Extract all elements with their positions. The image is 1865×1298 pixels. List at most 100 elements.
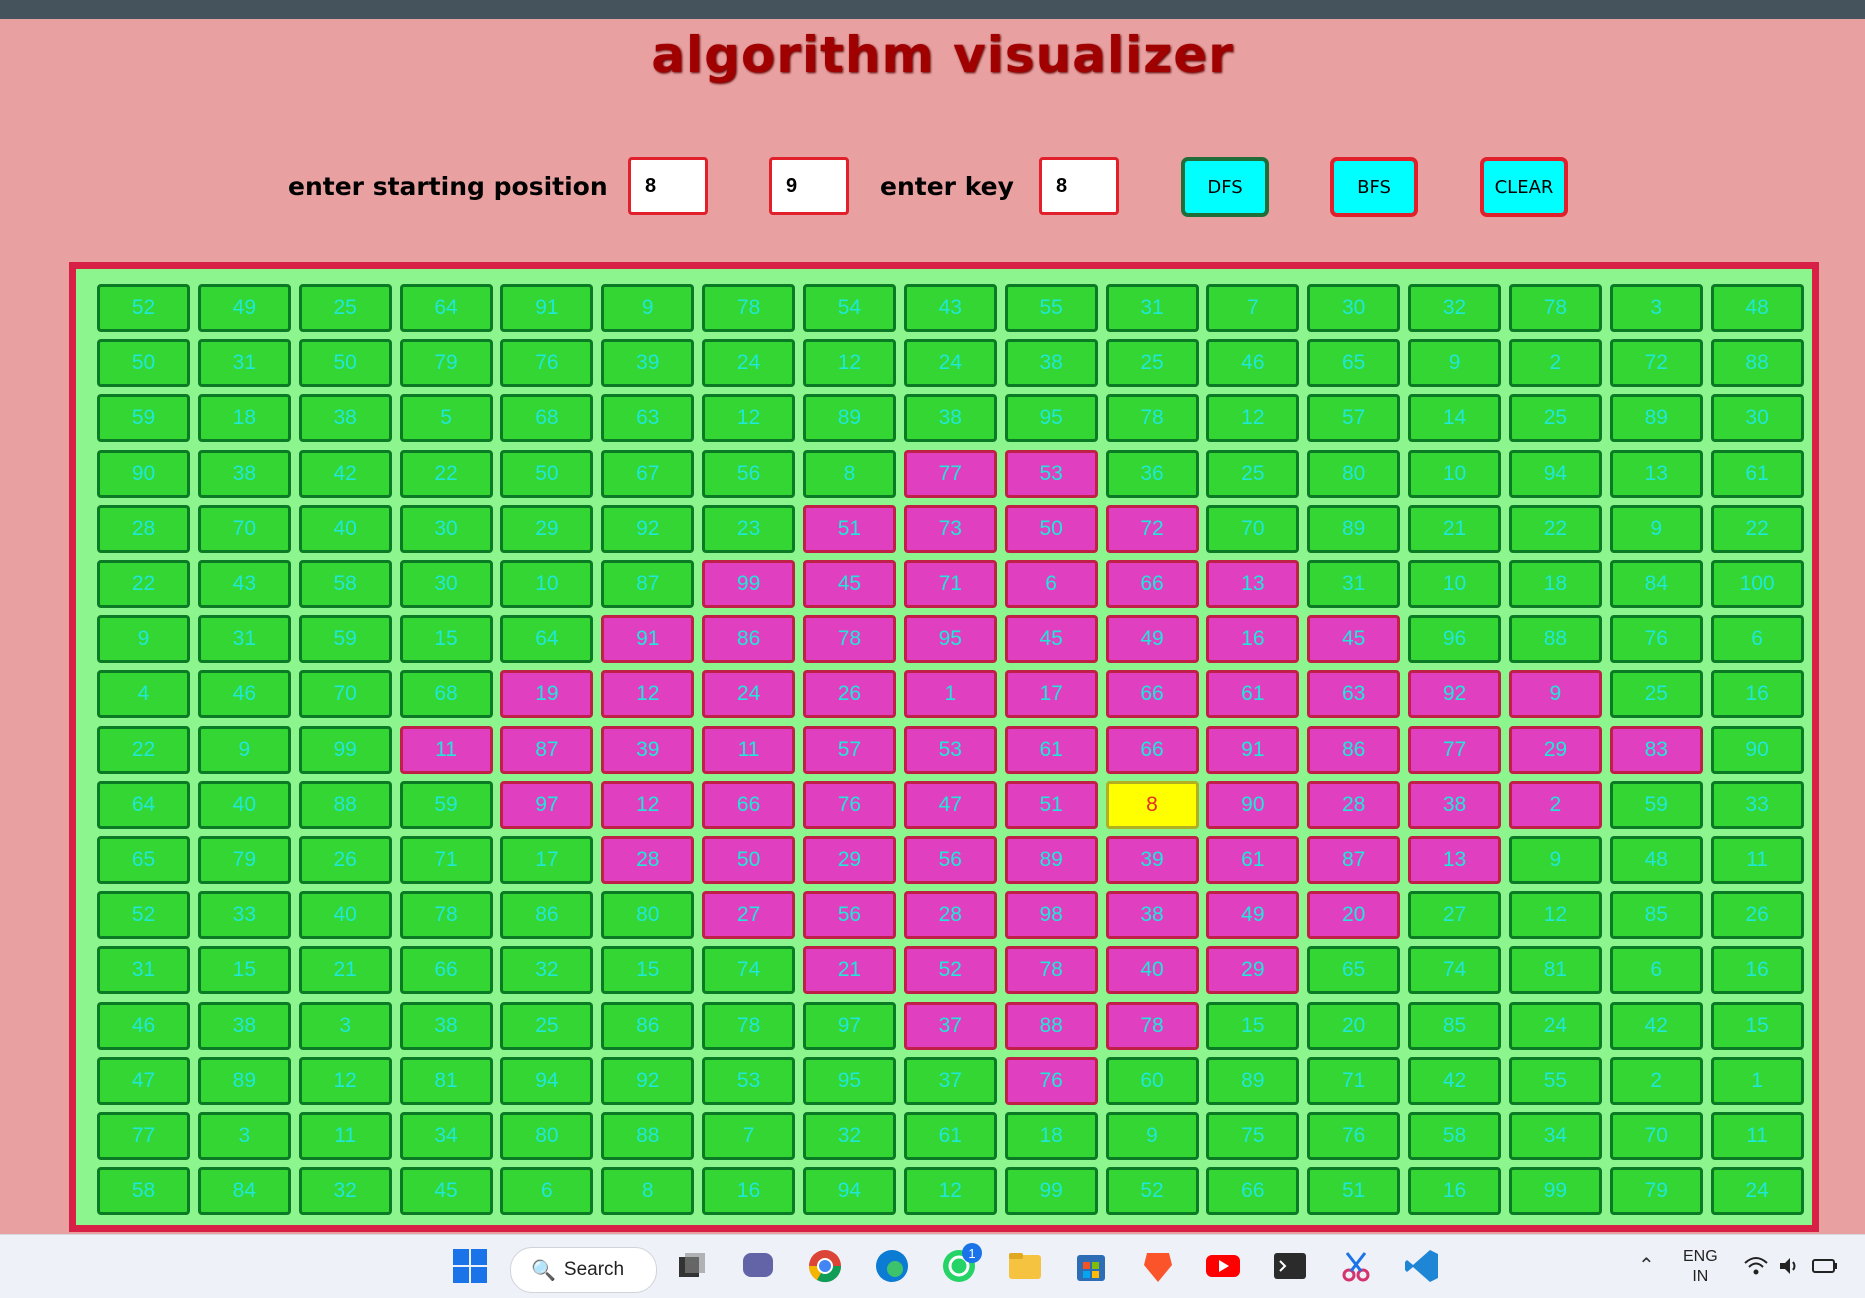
grid-cell[interactable]: 15 — [1710, 1001, 1804, 1050]
grid-cell[interactable]: 87 — [601, 560, 695, 608]
grid-cell[interactable]: 11 — [399, 725, 493, 774]
grid-cell[interactable]: 38 — [197, 1001, 291, 1050]
grid-cell[interactable]: 10 — [500, 560, 594, 608]
grid-cell[interactable]: 59 — [399, 780, 493, 829]
grid-cell[interactable]: 54 — [802, 284, 896, 332]
grid-cell[interactable]: 76 — [1307, 1112, 1401, 1160]
grid-cell[interactable]: 15 — [399, 615, 493, 664]
wifi-icon[interactable] — [1743, 1255, 1769, 1277]
grid-cell[interactable]: 6 — [500, 1167, 594, 1216]
grid-cell[interactable]: 7 — [702, 1112, 796, 1160]
grid-cell[interactable]: 67 — [601, 449, 695, 498]
grid-cell[interactable]: 91 — [601, 615, 695, 664]
grid-cell[interactable]: 42 — [298, 449, 392, 498]
grid-cell[interactable]: 32 — [1408, 284, 1502, 332]
grid-cell[interactable]: 79 — [197, 836, 291, 884]
grid-cell[interactable]: 8 — [1105, 780, 1199, 829]
start-row-input[interactable] — [628, 157, 708, 215]
grid-cell[interactable]: 47 — [97, 1056, 190, 1105]
grid-cell[interactable]: 81 — [399, 1056, 493, 1105]
grid-cell[interactable]: 56 — [802, 891, 896, 940]
grid-cell[interactable]: 39 — [1105, 836, 1199, 884]
grid-cell[interactable]: 21 — [1408, 504, 1502, 553]
grid-cell[interactable]: 63 — [1307, 670, 1401, 719]
grid-cell[interactable]: 34 — [1508, 1112, 1602, 1160]
grid-cell[interactable]: 10 — [1408, 560, 1502, 608]
grid-cell[interactable]: 76 — [1004, 1056, 1098, 1105]
grid-cell[interactable]: 78 — [802, 615, 896, 664]
grid-cell[interactable]: 17 — [1004, 670, 1098, 719]
grid-cell[interactable]: 25 — [298, 284, 392, 332]
terminal-icon[interactable] — [1271, 1247, 1309, 1285]
grid-cell[interactable]: 23 — [702, 504, 796, 553]
grid-cell[interactable]: 30 — [1307, 284, 1401, 332]
grid-cell[interactable]: 61 — [903, 1112, 997, 1160]
grid-cell[interactable]: 83 — [1609, 725, 1703, 774]
grid-cell[interactable]: 14 — [1408, 394, 1502, 443]
chrome-icon[interactable] — [806, 1247, 844, 1285]
grid-cell[interactable]: 95 — [903, 615, 997, 664]
grid-cell[interactable]: 80 — [601, 891, 695, 940]
grid-cell[interactable]: 100 — [1710, 560, 1804, 608]
grid-cell[interactable]: 99 — [702, 560, 796, 608]
grid-cell[interactable]: 31 — [197, 615, 291, 664]
grid-cell[interactable]: 89 — [802, 394, 896, 443]
grid-cell[interactable]: 29 — [802, 836, 896, 884]
grid-cell[interactable]: 51 — [1004, 780, 1098, 829]
grid-cell[interactable]: 70 — [197, 504, 291, 553]
grid-cell[interactable]: 30 — [1710, 394, 1804, 443]
grid-cell[interactable]: 3 — [1609, 284, 1703, 332]
language-indicator[interactable]: ENG IN — [1683, 1247, 1718, 1287]
grid-cell[interactable]: 22 — [97, 560, 190, 608]
grid-cell[interactable]: 32 — [298, 1167, 392, 1216]
grid-cell[interactable]: 99 — [298, 725, 392, 774]
grid-cell[interactable]: 68 — [399, 670, 493, 719]
grid-cell[interactable]: 46 — [197, 670, 291, 719]
grid-cell[interactable]: 75 — [1206, 1112, 1300, 1160]
grid-cell[interactable]: 66 — [702, 780, 796, 829]
snipping-tool-icon[interactable] — [1337, 1247, 1375, 1285]
grid-cell[interactable]: 88 — [601, 1112, 695, 1160]
grid-cell[interactable]: 97 — [500, 780, 594, 829]
grid-cell[interactable]: 50 — [702, 836, 796, 884]
grid-cell[interactable]: 21 — [802, 946, 896, 995]
grid-cell[interactable]: 32 — [802, 1112, 896, 1160]
grid-cell[interactable]: 3 — [197, 1112, 291, 1160]
grid-cell[interactable]: 76 — [1609, 615, 1703, 664]
grid-cell[interactable]: 13 — [1408, 836, 1502, 884]
grid-cell[interactable]: 12 — [1206, 394, 1300, 443]
grid-cell[interactable]: 57 — [802, 725, 896, 774]
grid-cell[interactable]: 42 — [1609, 1001, 1703, 1050]
grid-cell[interactable]: 38 — [298, 394, 392, 443]
grid-cell[interactable]: 6 — [1004, 560, 1098, 608]
grid-cell[interactable]: 94 — [1508, 449, 1602, 498]
grid-cell[interactable]: 52 — [97, 891, 190, 940]
grid-cell[interactable]: 66 — [1105, 670, 1199, 719]
grid-cell[interactable]: 79 — [399, 339, 493, 388]
grid-cell[interactable]: 95 — [1004, 394, 1098, 443]
grid-cell[interactable]: 22 — [1710, 504, 1804, 553]
grid-cell[interactable]: 86 — [1307, 725, 1401, 774]
grid-cell[interactable]: 16 — [1710, 946, 1804, 995]
grid-cell[interactable]: 51 — [1307, 1167, 1401, 1216]
grid-cell[interactable]: 88 — [1004, 1001, 1098, 1050]
grid-cell[interactable]: 53 — [702, 1056, 796, 1105]
grid-cell[interactable]: 90 — [1206, 780, 1300, 829]
grid-cell[interactable]: 46 — [97, 1001, 190, 1050]
grid-cell[interactable]: 94 — [802, 1167, 896, 1216]
grid-cell[interactable]: 25 — [1508, 394, 1602, 443]
grid-cell[interactable]: 11 — [702, 725, 796, 774]
grid-cell[interactable]: 86 — [702, 615, 796, 664]
grid-cell[interactable]: 2 — [1508, 339, 1602, 388]
grid-cell[interactable]: 45 — [1004, 615, 1098, 664]
grid-cell[interactable]: 58 — [298, 560, 392, 608]
grid-cell[interactable]: 30 — [399, 560, 493, 608]
grid-cell[interactable]: 30 — [399, 504, 493, 553]
grid-cell[interactable]: 13 — [1206, 560, 1300, 608]
youtube-icon[interactable] — [1204, 1247, 1242, 1285]
grid-cell[interactable]: 32 — [500, 946, 594, 995]
grid-cell[interactable]: 29 — [500, 504, 594, 553]
grid-cell[interactable]: 18 — [1508, 560, 1602, 608]
grid-cell[interactable]: 96 — [1408, 615, 1502, 664]
grid-cell[interactable]: 11 — [1710, 1112, 1804, 1160]
